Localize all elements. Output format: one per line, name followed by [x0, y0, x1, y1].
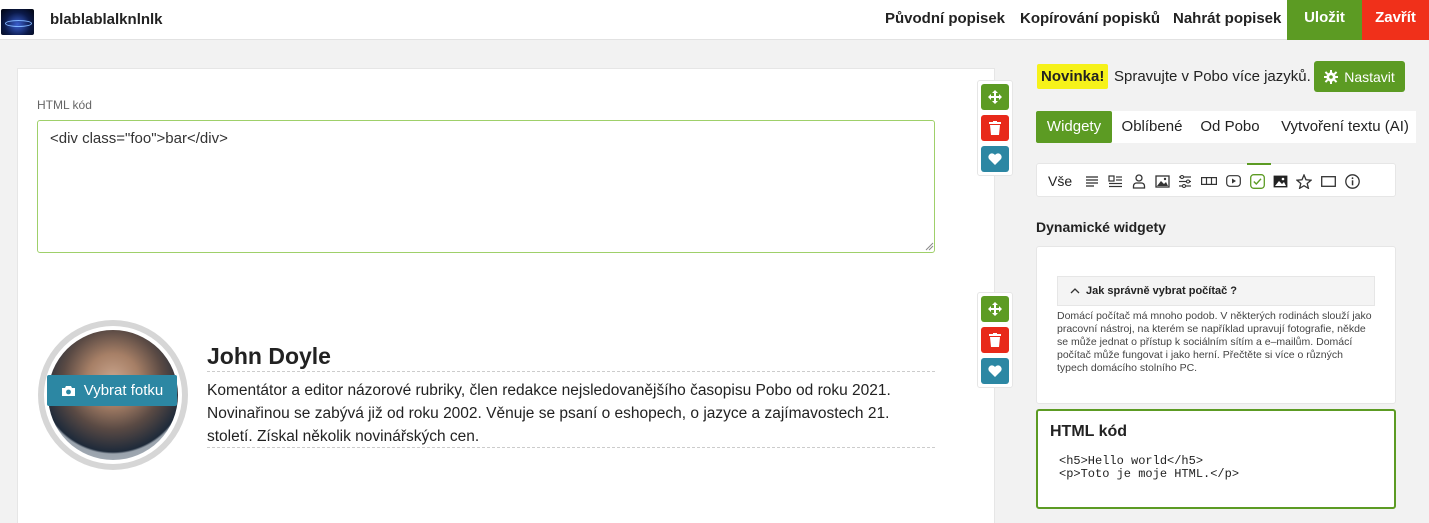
move-block-button[interactable] [981, 296, 1009, 322]
top-bar: blablablalknlnlk Původní popisek Kopírov… [0, 0, 1429, 40]
delete-block-button[interactable] [981, 327, 1009, 353]
gear-icon [1324, 69, 1339, 84]
html-widget-preview[interactable]: HTML kód <h5>Hello world</h5> <p>Toto je… [1036, 409, 1396, 509]
copy-captions-link[interactable]: Kopírování popisků [1020, 10, 1160, 27]
widget-tabs: Widgety Oblíbené Od Pobo Vytvoření textu… [1036, 111, 1416, 143]
delete-block-button[interactable] [981, 115, 1009, 141]
accordion-text: Domácí počítač má mnoho podob. V některý… [1057, 310, 1372, 374]
html-card-title: HTML kód [1050, 423, 1128, 440]
favorite-block-button[interactable] [981, 358, 1009, 384]
settings-button[interactable]: Nastavit [1314, 61, 1405, 92]
settings-label: Nastavit [1344, 68, 1395, 85]
video-icon[interactable] [1224, 172, 1242, 190]
tab-from-pobo[interactable]: Od Pobo [1200, 111, 1260, 143]
checkbox-icon[interactable] [1248, 172, 1266, 190]
block-toolbar-profile [977, 292, 1013, 388]
accordion-header[interactable]: Jak správně vybrat počítač ? [1057, 276, 1375, 306]
heart-icon [988, 365, 1002, 377]
photo-icon[interactable] [1271, 172, 1289, 190]
filter-all[interactable]: Vše [1048, 173, 1072, 189]
person-name[interactable]: John Doyle [207, 343, 331, 370]
move-icon [988, 90, 1002, 104]
heart-icon [988, 153, 1002, 165]
choose-photo-label: Vybrat fotku [83, 382, 164, 399]
sliders-icon[interactable] [1176, 172, 1194, 190]
html-card-code: <h5>Hello world</h5> <p>Toto je moje HTM… [1059, 454, 1240, 481]
move-icon [988, 302, 1002, 316]
active-filter-indicator [1247, 163, 1271, 165]
app-logo [1, 9, 34, 35]
move-block-button[interactable] [981, 84, 1009, 110]
tab-favorites[interactable]: Oblíbené [1120, 111, 1184, 143]
text-icon[interactable] [1083, 172, 1101, 190]
divider [207, 371, 935, 372]
resize-handle-icon[interactable] [924, 241, 934, 251]
image-icon[interactable] [1153, 172, 1171, 190]
save-button[interactable]: Uložit [1287, 0, 1362, 40]
tab-widgets[interactable]: Widgety [1036, 111, 1112, 143]
widget-filter-bar: Vše [1036, 163, 1396, 197]
accordion-widget-preview[interactable]: Jak správně vybrat počítač ? Domácí počí… [1036, 246, 1396, 404]
favorite-block-button[interactable] [981, 146, 1009, 172]
accordion-title: Jak správně vybrat počítač ? [1086, 285, 1238, 297]
original-caption-link[interactable]: Původní popisek [885, 10, 1005, 27]
choose-photo-button[interactable]: Vybrat fotku [47, 375, 177, 406]
info-icon[interactable] [1343, 172, 1361, 190]
upload-caption-link[interactable]: Nahrát popisek [1173, 10, 1281, 27]
trash-icon [989, 333, 1001, 347]
text-image-icon[interactable] [1106, 172, 1124, 190]
html-code-textarea[interactable]: <div class="foo">bar</div> [37, 120, 935, 253]
person-bio[interactable]: Komentátor a editor názorové rubriky, čl… [207, 379, 935, 448]
tab-ai-text[interactable]: Vytvoření textu (AI) [1280, 111, 1410, 143]
html-code-label: HTML kód [37, 98, 92, 112]
star-icon[interactable] [1295, 172, 1313, 190]
gallery-strip-icon[interactable] [1200, 172, 1218, 190]
document-title: blablablalknlnlk [50, 11, 163, 28]
divider [207, 447, 935, 448]
person-icon[interactable] [1130, 172, 1148, 190]
camera-icon [61, 385, 75, 396]
news-badge: Novinka! [1037, 64, 1109, 89]
block-toolbar-html [977, 80, 1013, 176]
news-text: Spravujte v Pobo více jazyků. [1114, 68, 1311, 85]
chevron-up-icon [1070, 277, 1080, 305]
trash-icon [989, 121, 1001, 135]
dynamic-widgets-title: Dynamické widgety [1036, 219, 1166, 235]
close-button[interactable]: Zavřít [1362, 0, 1429, 40]
box-icon[interactable] [1319, 172, 1337, 190]
